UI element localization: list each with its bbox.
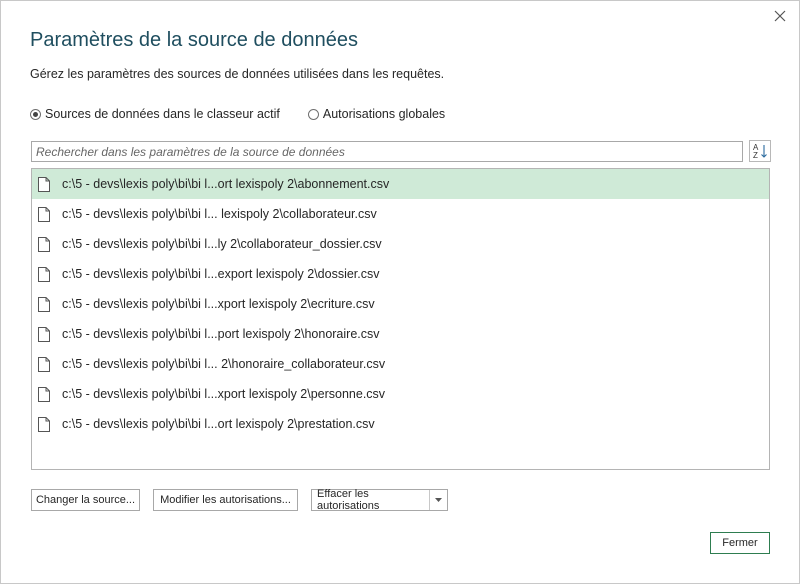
file-icon [38,176,50,192]
chevron-down-icon [435,498,442,502]
list-item[interactable]: c:\5 - devs\lexis poly\bi\bi l...ort lex… [32,169,769,199]
search-input[interactable] [31,141,743,162]
scope-radio-group: Sources de données dans le classeur acti… [30,107,445,121]
file-icon [38,386,50,402]
file-icon [38,296,50,312]
file-icon [38,326,50,342]
list-item[interactable]: c:\5 - devs\lexis poly\bi\bi l...export … [32,259,769,289]
radio-global-permissions[interactable]: Autorisations globales [307,107,446,121]
change-source-button[interactable]: Changer la source... [31,489,140,511]
data-source-list[interactable]: c:\5 - devs\lexis poly\bi\bi l...ort lex… [31,168,770,470]
list-item-label: c:\5 - devs\lexis poly\bi\bi l... lexisp… [62,207,377,221]
file-icon [38,356,50,372]
list-item-label: c:\5 - devs\lexis poly\bi\bi l...export … [62,267,380,281]
radio-label-current-workbook: Sources de données dans le classeur acti… [45,107,280,121]
close-button[interactable] [769,5,791,27]
modify-permissions-button[interactable]: Modifier les autorisations... [153,489,298,511]
clear-permissions-split-button[interactable]: Effacer les autorisations [311,488,448,512]
list-item[interactable]: c:\5 - devs\lexis poly\bi\bi l...ort lex… [32,409,769,439]
list-item-label: c:\5 - devs\lexis poly\bi\bi l...xport l… [62,297,375,311]
file-icon [38,416,50,432]
file-icon [38,206,50,222]
list-item-label: c:\5 - devs\lexis poly\bi\bi l...ort lex… [62,177,390,191]
list-item-label: c:\5 - devs\lexis poly\bi\bi l...ort lex… [62,417,375,431]
list-item[interactable]: c:\5 - devs\lexis poly\bi\bi l... lexisp… [32,199,769,229]
close-dialog-button[interactable]: Fermer [710,532,770,554]
list-item[interactable]: c:\5 - devs\lexis poly\bi\bi l... 2\hono… [32,349,769,379]
list-item[interactable]: c:\5 - devs\lexis poly\bi\bi l...port le… [32,319,769,349]
list-item-label: c:\5 - devs\lexis poly\bi\bi l... 2\hono… [62,357,386,371]
dialog-subtitle: Gérez les paramètres des sources de donn… [30,67,445,81]
clear-permissions-button[interactable]: Effacer les autorisations [312,488,429,512]
list-item[interactable]: c:\5 - devs\lexis poly\bi\bi l...xport l… [32,379,769,409]
list-item-label: c:\5 - devs\lexis poly\bi\bi l...ly 2\co… [62,237,382,251]
list-item-label: c:\5 - devs\lexis poly\bi\bi l...xport l… [62,387,386,401]
radio-label-global-permissions: Autorisations globales [322,107,446,121]
data-source-settings-dialog: Paramètres de la source de données Gérez… [0,0,800,584]
radio-current-workbook[interactable]: Sources de données dans le classeur acti… [30,107,280,121]
radio-button-unselected[interactable] [307,108,319,120]
sort-button[interactable]: A Z [749,140,771,162]
dialog-title: Paramètres de la source de données [30,29,358,51]
sort-az-icon: A Z [753,143,767,160]
svg-text:Z: Z [753,151,758,160]
list-item[interactable]: c:\5 - devs\lexis poly\bi\bi l...ly 2\co… [32,229,769,259]
list-item[interactable]: c:\5 - devs\lexis poly\bi\bi l...xport l… [32,289,769,319]
clear-permissions-dropdown[interactable] [429,490,447,510]
radio-button-selected[interactable] [30,108,41,120]
file-icon [38,266,50,282]
list-item-label: c:\5 - devs\lexis poly\bi\bi l...port le… [62,327,380,341]
file-icon [38,236,50,252]
close-icon [774,10,786,22]
